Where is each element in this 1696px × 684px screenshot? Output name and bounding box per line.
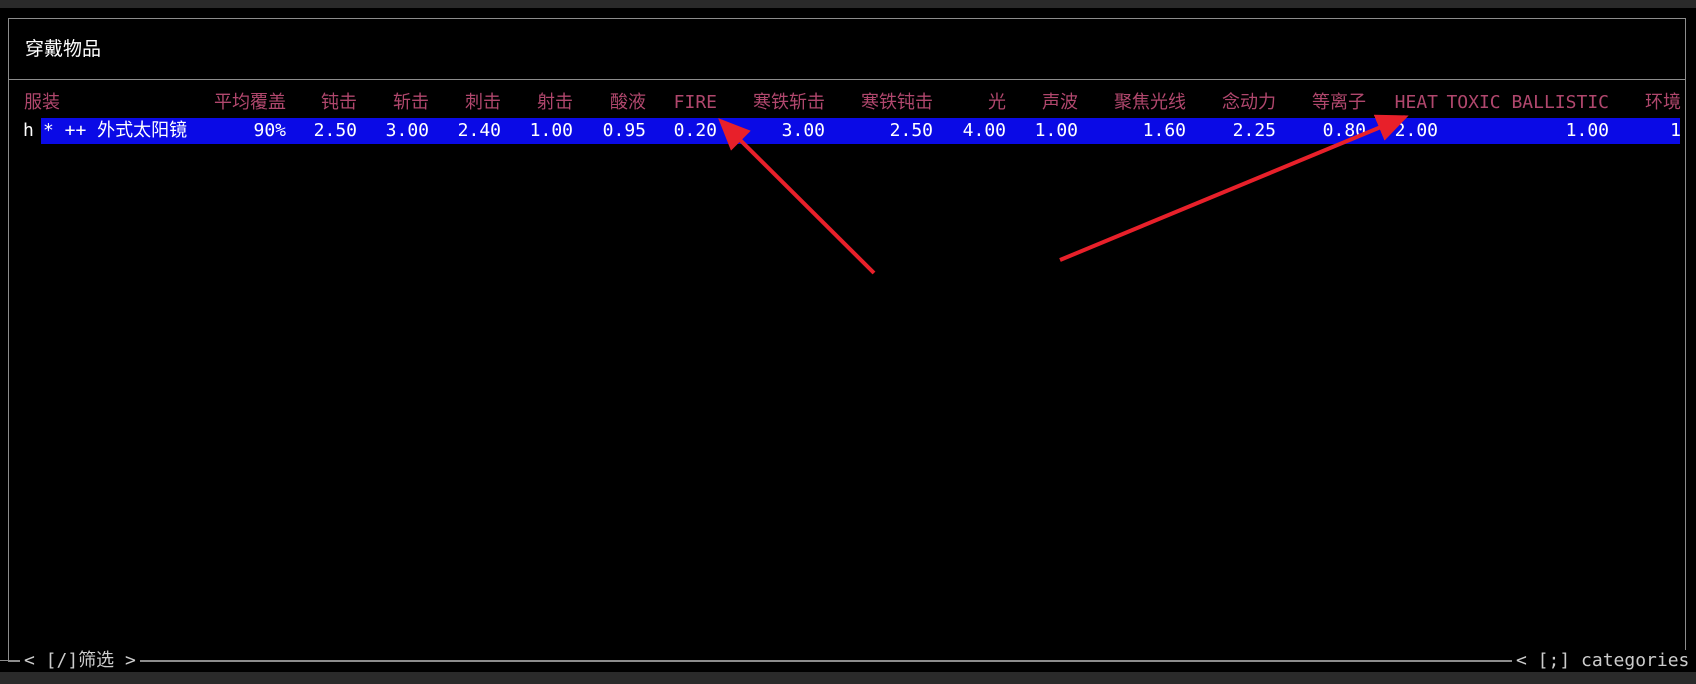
header-toxic-ballistic[interactable]: TOXIC BALLISTIC <box>1446 90 1609 116</box>
window-title: 穿戴物品 <box>25 38 102 60</box>
cell-cut: 3.00 <box>385 120 429 141</box>
cell-cold-iron-cut: 3.00 <box>781 120 825 141</box>
row-hotkey: h <box>23 120 34 141</box>
header-stab[interactable]: 刺击 <box>465 90 501 116</box>
header-avg-coverage[interactable]: 平均覆盖 <box>214 90 286 116</box>
cell-toxic-ballistic: 1.00 <box>1565 120 1609 141</box>
header-clothing[interactable]: 服装 <box>24 90 60 116</box>
header-light[interactable]: 光 <box>988 90 1006 116</box>
cell-environment: 1 <box>1670 120 1681 141</box>
header-cold-iron-bash[interactable]: 寒铁钝击 <box>861 90 933 116</box>
cell-psionic: 2.25 <box>1232 120 1276 141</box>
cell-fire: 0.20 <box>673 120 717 141</box>
cell-avg-coverage: 90% <box>253 120 286 141</box>
cell-bullet: 1.00 <box>529 120 573 141</box>
header-bullet[interactable]: 射击 <box>537 90 573 116</box>
header-heat[interactable]: HEAT <box>1395 90 1438 116</box>
header-cold-iron-cut[interactable]: 寒铁斩击 <box>753 90 825 116</box>
header-focused-beam[interactable]: 聚焦光线 <box>1114 90 1186 116</box>
header-bash[interactable]: 钝击 <box>321 90 357 116</box>
header-sonic[interactable]: 声波 <box>1042 90 1078 116</box>
header-psionic[interactable]: 念动力 <box>1222 90 1276 116</box>
footer-divider <box>0 660 1696 661</box>
cell-acid: 0.95 <box>602 120 646 141</box>
background-bottom-strip <box>0 672 1696 684</box>
cell-sonic: 1.00 <box>1034 120 1078 141</box>
cell-item-name: * ++ 外式太阳镜 <box>43 120 188 141</box>
categories-hint[interactable]: < [;] categories > <box>1512 650 1696 672</box>
cell-bash: 2.50 <box>313 120 357 141</box>
header-cut[interactable]: 斩击 <box>393 90 429 116</box>
header-acid[interactable]: 酸液 <box>610 90 646 116</box>
cell-plasma: 0.80 <box>1322 120 1366 141</box>
title-divider <box>9 79 1685 80</box>
cell-cold-iron-bash: 2.50 <box>889 120 933 141</box>
cell-heat: 2.00 <box>1394 120 1438 141</box>
cell-light: 4.00 <box>962 120 1006 141</box>
header-fire[interactable]: FIRE <box>674 90 717 116</box>
background-top-strip <box>0 0 1696 8</box>
header-plasma[interactable]: 等离子 <box>1312 90 1366 116</box>
cell-focused-beam: 1.60 <box>1142 120 1186 141</box>
header-environment[interactable]: 环境 <box>1645 90 1681 116</box>
filter-hint[interactable]: < [/]筛选 > <box>20 650 140 672</box>
cell-stab: 2.40 <box>457 120 501 141</box>
